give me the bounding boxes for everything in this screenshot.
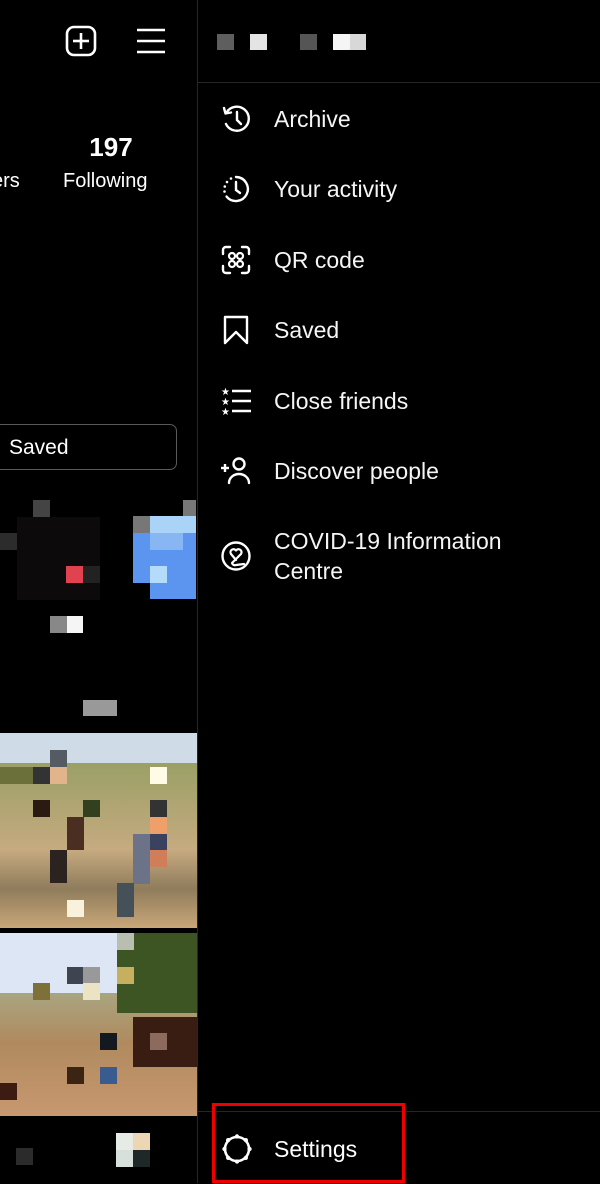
close-friends-list-icon: ★ ★ ★ <box>221 387 251 417</box>
nav-tab-icon[interactable] <box>16 1148 33 1165</box>
menu-item-discover-people[interactable]: Discover people <box>198 441 600 501</box>
settings-label: Settings <box>274 1136 358 1162</box>
followers-label[interactable]: ers <box>0 170 20 193</box>
bookmark-icon <box>223 315 249 345</box>
side-drawer: Archive Your activity QR code Saved ★ ★ … <box>198 0 600 1183</box>
drawer-header <box>198 0 600 83</box>
svg-text:★: ★ <box>221 407 230 417</box>
activity-clock-icon <box>223 175 250 203</box>
menu-item-close-friends[interactable]: ★ ★ ★ Close friends <box>198 371 600 431</box>
menu-item-saved[interactable]: Saved <box>198 300 600 360</box>
menu-item-label: QR code <box>274 247 365 273</box>
menu-item-label: Your activity <box>274 176 398 202</box>
menu-item-label: Saved <box>274 317 340 343</box>
menu-item-archive[interactable]: Archive <box>198 89 600 149</box>
menu-item-label: Archive <box>274 106 351 132</box>
profile-screen: ers 197 Following Saved <box>0 0 198 1183</box>
menu-item-label: Close friends <box>274 388 409 414</box>
new-post-button[interactable] <box>65 25 97 57</box>
gear-icon <box>222 1134 252 1164</box>
following-count[interactable]: 197 <box>86 132 136 163</box>
menu-item-settings[interactable]: Settings <box>198 1112 600 1184</box>
archive-clock-icon <box>222 105 250 132</box>
heart-circle-icon <box>221 541 251 571</box>
post-thumbnail[interactable] <box>0 933 197 1116</box>
profile-tab-avatar[interactable] <box>116 1133 150 1167</box>
qr-code-icon <box>221 245 251 275</box>
menu-item-label: Discover people <box>274 458 439 484</box>
hamburger-menu-icon <box>137 28 165 54</box>
menu-button[interactable] <box>135 27 167 55</box>
menu-item-label: COVID-19 Information Centre <box>274 528 502 584</box>
following-label[interactable]: Following <box>63 170 147 193</box>
menu-item-covid-info[interactable]: COVID-19 Information Centre <box>198 526 600 590</box>
drawer-footer: Settings <box>198 1103 600 1184</box>
plus-square-icon <box>65 25 97 57</box>
menu-item-your-activity[interactable]: Your activity <box>198 159 600 219</box>
add-person-icon <box>221 457 251 485</box>
menu-item-qr-code[interactable]: QR code <box>198 230 600 290</box>
saved-tab-label: Saved <box>9 436 69 459</box>
bottom-navigation <box>0 1116 198 1183</box>
saved-collection-button[interactable]: Saved <box>0 424 177 470</box>
post-thumbnail[interactable] <box>0 733 197 928</box>
